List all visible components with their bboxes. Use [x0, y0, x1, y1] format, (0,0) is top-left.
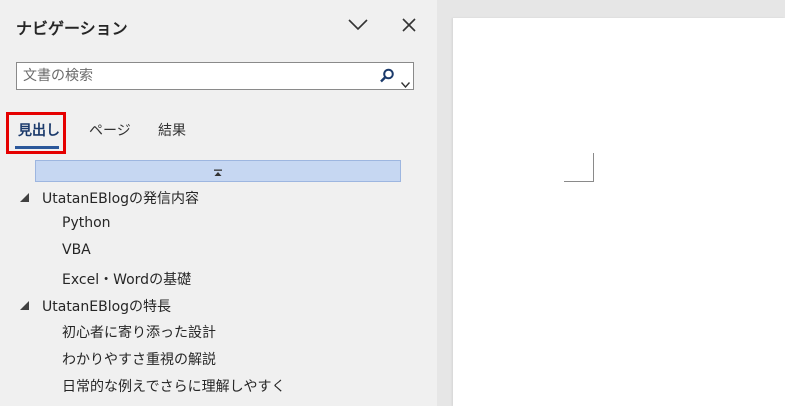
heading-item[interactable]: UtatanEBlogの特長 — [42, 296, 171, 316]
search-icon[interactable] — [379, 68, 395, 88]
heading-item[interactable]: VBA — [62, 242, 91, 258]
chevron-down-icon[interactable] — [347, 14, 369, 36]
pane-title: ナビゲーション — [16, 19, 128, 38]
search-input[interactable] — [23, 66, 363, 86]
heading-item[interactable]: Excel・Wordの基礎 — [62, 269, 191, 289]
heading-item[interactable]: 初心者に寄り添った設計 — [62, 322, 216, 342]
margin-corner-mark — [564, 181, 594, 182]
expand-triangle-icon[interactable] — [20, 301, 29, 310]
tab-pages[interactable]: ページ — [89, 120, 131, 140]
heading-item[interactable]: Python — [62, 215, 111, 231]
expand-triangle-icon[interactable] — [20, 193, 29, 202]
heading-item[interactable]: 日常的な例えでさらに理解しやすく — [62, 376, 285, 396]
collapse-up-icon — [213, 162, 223, 181]
highlight-box — [6, 112, 66, 154]
search-box[interactable] — [16, 62, 414, 90]
close-icon[interactable] — [398, 14, 420, 36]
dropdown-arrow-icon[interactable] — [400, 73, 411, 92]
tab-results[interactable]: 結果 — [158, 120, 186, 140]
navigation-pane: ナビゲーション 見出し ページ 結果 UtatanEBlogの発信内容 Pyth… — [0, 0, 437, 406]
margin-corner-mark — [593, 153, 594, 182]
heading-item[interactable]: わかりやすさ重視の解説 — [62, 349, 216, 369]
collapse-all-bar[interactable] — [35, 160, 401, 182]
heading-item[interactable]: UtatanEBlogの発信内容 — [42, 188, 199, 208]
document-page[interactable] — [453, 18, 785, 406]
